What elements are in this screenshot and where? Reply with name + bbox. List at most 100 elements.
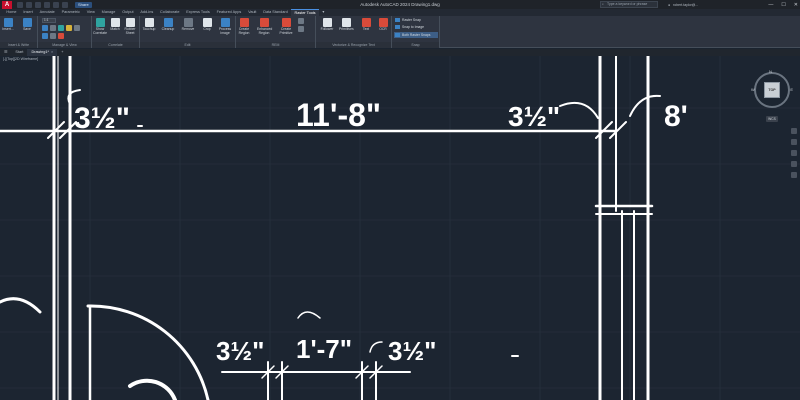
crop-button[interactable]: Crop (200, 18, 214, 32)
rubber-sheet-button[interactable]: Rubber Sheet (123, 18, 137, 36)
enhanced-region-button[interactable]: Enhanced Region (257, 18, 272, 36)
snap-to-image-icon (395, 25, 400, 29)
text-button[interactable]: Text (359, 18, 373, 32)
panel-title-snap: Snap (392, 42, 439, 48)
both-raster-snaps-icon (395, 33, 400, 37)
show-correlate-button[interactable]: Show Correlate (93, 18, 107, 36)
image-layer-icon[interactable] (58, 25, 64, 31)
image-info-icon[interactable] (74, 25, 80, 31)
tab-vault[interactable]: Vault (245, 9, 260, 16)
undo-icon[interactable] (53, 1, 59, 8)
process-image-button[interactable]: Process Image (218, 18, 232, 36)
save-icon[interactable] (35, 1, 41, 8)
save-image-button[interactable]: Save (20, 18, 34, 32)
text-icon (361, 18, 371, 27)
panel-title-correlate: Correlate (92, 42, 139, 48)
raster-snap-toggle[interactable]: Raster Snap (394, 17, 438, 23)
redo-icon[interactable] (62, 1, 68, 8)
primitives-button[interactable]: Primitives (339, 18, 354, 32)
tab-annotate[interactable]: Annotate (36, 9, 58, 16)
touchup-button[interactable]: Touchup (142, 18, 156, 32)
pan-icon[interactable] (791, 139, 797, 145)
follower-button[interactable]: Follower (320, 18, 334, 32)
tab-view[interactable]: View (83, 9, 98, 16)
panel-vectorize: Follower Primitives Text OCR Vectorize &… (316, 16, 392, 48)
ribbon-options-icon[interactable]: ▾ (319, 9, 328, 16)
image-hide-icon[interactable] (50, 33, 56, 39)
primitives-icon (341, 18, 351, 27)
ribbon-tabs: Home Insert Annotate Parametric View Man… (0, 8, 800, 17)
wcs-menu-button[interactable]: WCS (766, 116, 778, 122)
menu-icon[interactable]: ☰ (0, 49, 11, 56)
doc-tab-drawing1[interactable]: Drawing1* × (27, 49, 58, 56)
create-region-button[interactable]: Create Region (237, 18, 251, 36)
cleanup-button[interactable]: Cleanup (161, 18, 175, 32)
save-as-icon[interactable] (44, 1, 50, 8)
panel-title-rem: REM (236, 42, 315, 48)
image-detach-icon[interactable] (42, 33, 48, 39)
tab-collaborate[interactable]: Collaborate (157, 9, 183, 16)
image-frame-icon[interactable] (42, 25, 48, 31)
showmotion-icon[interactable] (791, 172, 797, 178)
share-button[interactable]: Share (75, 1, 92, 8)
new-tab-button[interactable]: + (57, 49, 67, 56)
rem-tool-icon[interactable] (298, 18, 304, 24)
tab-parametric[interactable]: Parametric (58, 9, 83, 16)
tab-add-ins[interactable]: Add-ins (137, 9, 157, 16)
snap-to-image-toggle[interactable]: Snap to Image (394, 24, 438, 30)
dimension-top-left: 3½" (74, 102, 130, 135)
close-button[interactable]: ✕ (794, 2, 798, 8)
follower-icon (322, 18, 332, 27)
image-scale-dropdown[interactable]: 1:1 (42, 18, 56, 23)
viewcube-top-face[interactable]: TOP (764, 82, 780, 98)
new-file-icon[interactable] (17, 1, 23, 8)
dimension-bottom-1: 3½" (216, 336, 264, 366)
panel-manage-view: 1:1 Manage & View (38, 16, 92, 48)
remove-button[interactable]: Remove (181, 18, 195, 32)
tab-express-tools[interactable]: Express Tools (183, 9, 213, 16)
search-input[interactable]: ⌕ Type a keyword or phrase (600, 1, 658, 8)
create-primitive-button[interactable]: Create Primitive (279, 18, 293, 36)
tab-featured-apps[interactable]: Featured Apps (213, 9, 244, 16)
user-name: robert.taylor@... (673, 2, 699, 7)
rem-tool-icon[interactable] (298, 26, 304, 32)
autocad-logo[interactable]: A (2, 0, 12, 9)
tab-manage[interactable]: Manage (98, 9, 119, 16)
image-palette-icon[interactable] (66, 25, 72, 31)
tab-home[interactable]: Home (3, 9, 20, 16)
orbit-icon[interactable] (791, 161, 797, 167)
panel-title-edit: Edit (140, 42, 235, 48)
dimension-bottom-3: 3½" (388, 336, 436, 366)
viewcube[interactable]: N W E TOP (751, 69, 793, 110)
compass-north[interactable]: N (769, 69, 772, 74)
ocr-button[interactable]: OCR (376, 18, 390, 32)
drawing-viewport[interactable]: 3½" 11'-8" 3½" 8' 3½" 1'-7" 3½" [-][Top]… (0, 56, 800, 400)
zoom-extents-icon[interactable] (791, 150, 797, 156)
viewport-controls-label[interactable]: [-][Top][2D Wireframe] (3, 57, 38, 61)
user-area[interactable]: ● robert.taylor@... (668, 0, 698, 9)
panel-correlate: Show Correlate Match Rubber Sheet Correl… (92, 16, 140, 48)
doc-tab-start[interactable]: Start (11, 49, 27, 56)
document-tabs: ☰ Start Drawing1* × + (0, 49, 800, 56)
compass-east[interactable]: E (790, 87, 793, 92)
compass-west[interactable]: W (751, 87, 755, 92)
tab-data-standard[interactable]: Data Standard (260, 9, 291, 16)
tab-output[interactable]: Output (119, 9, 137, 16)
maximize-button[interactable]: ☐ (781, 2, 785, 8)
dimension-top-right-2: 8' (664, 100, 688, 133)
steering-wheel-icon[interactable] (791, 128, 797, 134)
insert-image-button[interactable]: Insert... (1, 18, 15, 32)
window-controls: — ☐ ✕ (768, 0, 798, 9)
match-button[interactable]: Match (108, 18, 122, 32)
both-raster-snaps-toggle[interactable]: Both Raster Snaps (394, 32, 438, 38)
enhanced-region-icon (259, 18, 269, 27)
search-icon: ⌕ (602, 2, 604, 6)
rubber-sheet-icon (125, 18, 135, 27)
close-tab-icon[interactable]: × (51, 50, 53, 54)
insert-image-icon (3, 18, 13, 27)
image-clip-icon[interactable] (58, 33, 64, 39)
image-transparency-icon[interactable] (50, 25, 56, 31)
open-file-icon[interactable] (26, 1, 32, 8)
tab-insert[interactable]: Insert (20, 9, 36, 16)
minimize-button[interactable]: — (768, 2, 773, 8)
